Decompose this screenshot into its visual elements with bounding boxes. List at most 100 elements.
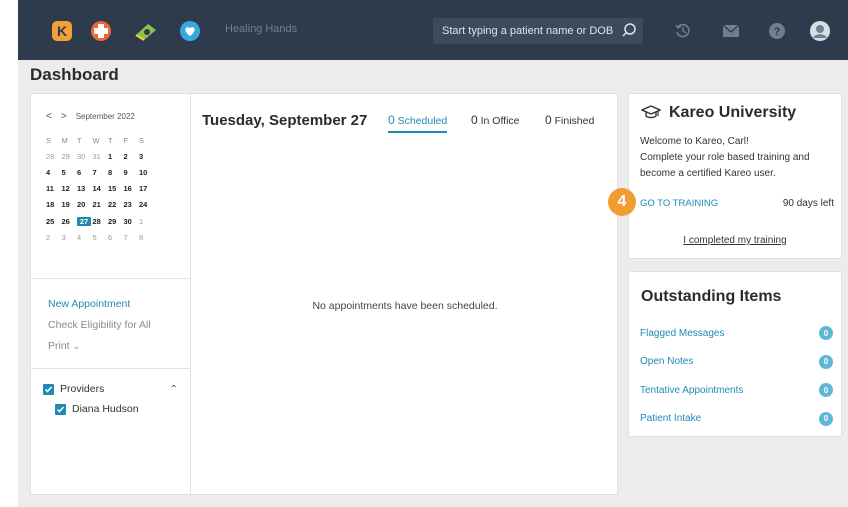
outstanding-item[interactable]: Open Notes 0 (640, 348, 833, 377)
calendar-day[interactable]: 5 (93, 233, 109, 242)
provider-item[interactable]: Diana Hudson (43, 399, 178, 419)
welcome-line: Welcome to Kareo, Carl! (640, 136, 749, 147)
weekday-label: F (123, 135, 129, 145)
calendar-day[interactable]: 5 (62, 168, 78, 177)
providers-group-toggle[interactable]: Providers ⌃ (43, 379, 178, 399)
calendar-day[interactable]: 25 (46, 217, 62, 226)
calendar-day[interactable]: 14 (93, 184, 109, 193)
calendar-day[interactable]: 29 (62, 152, 78, 161)
calendar-day[interactable]: 17 (139, 184, 155, 193)
calendar-day[interactable]: 22 (108, 200, 124, 209)
provider-name: Diana Hudson (72, 403, 139, 415)
calendar-header: < > September 2022 (46, 111, 135, 122)
calendar-day[interactable]: 19 (62, 200, 78, 209)
card-title-text: Kareo University (669, 104, 797, 121)
weekday-label: S (46, 135, 52, 145)
mail-icon[interactable] (719, 19, 743, 43)
calendar-day[interactable]: 31 (93, 152, 109, 161)
calendar-day[interactable]: 4 (77, 233, 93, 242)
calendar-day[interactable]: 7 (93, 168, 109, 177)
heart-icon[interactable] (178, 19, 202, 43)
calendar-day[interactable]: 29 (108, 217, 124, 226)
calendar-day[interactable]: 15 (108, 184, 124, 193)
billing-icon[interactable] (134, 19, 158, 43)
help-icon[interactable]: ? (765, 19, 789, 43)
print-dropdown[interactable]: Print ⌄ (48, 336, 151, 357)
outstanding-item-label[interactable]: Open Notes (640, 356, 693, 367)
brand-letter: K (57, 23, 67, 39)
calendar-day[interactable]: 9 (124, 168, 140, 177)
calendar-week: 18 19 20 21 22 23 24 (46, 197, 176, 213)
calendar-day[interactable]: 23 (124, 200, 140, 209)
calendar-day[interactable]: 18 (46, 200, 62, 209)
outstanding-item-label[interactable]: Tentative Appointments (640, 385, 743, 396)
completed-training-link[interactable]: I completed my training (629, 235, 841, 246)
new-appointment-link[interactable]: New Appointment (48, 294, 151, 315)
count-badge: 0 (819, 383, 833, 398)
next-month-button[interactable]: > (61, 111, 67, 122)
go-to-training-link[interactable]: GO TO TRAINING (640, 198, 718, 209)
kareo-university-card: Kareo University Welcome to Kareo, Carl!… (628, 93, 842, 259)
calendar-day[interactable]: 24 (139, 200, 155, 209)
calendar-day[interactable]: 1 (139, 217, 155, 226)
calendar-day[interactable]: 28 (46, 152, 62, 161)
tab-scheduled[interactable]: 0 Scheduled (388, 113, 448, 133)
outstanding-item-label[interactable]: Flagged Messages (640, 328, 725, 339)
print-label: Print (48, 340, 70, 352)
history-icon[interactable] (671, 19, 695, 43)
checkbox-checked-icon[interactable] (43, 383, 54, 395)
calendar-day[interactable]: 3 (62, 233, 78, 242)
tab-label: Scheduled (397, 115, 448, 127)
schedule-panel: < > September 2022 S M T W T F S 28 29 30 31 1 2 3 4 5 6… (30, 93, 618, 495)
mini-calendar: S M T W T F S 28 29 30 31 1 2 3 4 5 6 7 8 9 10 11 12 13 14 15 16 17… (46, 132, 176, 245)
calendar-day[interactable]: 1 (108, 152, 124, 161)
tab-finished[interactable]: 0 Finished (545, 113, 594, 127)
calendar-day[interactable]: 6 (108, 233, 124, 242)
outstanding-items-list: Flagged Messages 0 Open Notes 0 Tentative Ap… (640, 319, 833, 433)
count-badge: 0 (819, 326, 833, 341)
kareo-logo-icon[interactable]: K (50, 19, 74, 43)
tab-count: 0 (388, 113, 395, 127)
calendar-day[interactable]: 20 (77, 200, 93, 209)
calendar-day[interactable]: 7 (124, 233, 140, 242)
calendar-day[interactable]: 3 (139, 152, 155, 161)
patient-search-input[interactable] (433, 18, 613, 44)
tab-count: 0 (545, 113, 552, 127)
calendar-day[interactable]: 6 (77, 168, 93, 177)
calendar-day[interactable]: 11 (46, 184, 62, 193)
top-navigation-bar: K Healing Hands ? (18, 0, 848, 60)
outstanding-item-label[interactable]: Patient Intake (640, 413, 701, 424)
calendar-day[interactable]: 30 (124, 217, 140, 226)
page-title: Dashboard (30, 65, 119, 84)
calendar-day[interactable]: 2 (124, 152, 140, 161)
weekday-label: T (77, 135, 82, 145)
weekday-label: S (139, 135, 145, 145)
organization-name: Healing Hands (225, 23, 298, 35)
outstanding-item[interactable]: Tentative Appointments 0 (640, 376, 833, 405)
calendar-day[interactable]: 8 (108, 168, 124, 177)
calendar-day[interactable]: 12 (62, 184, 78, 193)
checkbox-checked-icon[interactable] (55, 403, 66, 415)
calendar-day[interactable]: 30 (77, 152, 93, 161)
search-icon[interactable] (621, 22, 637, 43)
calendar-day[interactable]: 8 (139, 233, 155, 242)
check-eligibility-link[interactable]: Check Eligibility for All (48, 315, 151, 336)
medical-cross-icon[interactable] (89, 19, 113, 43)
calendar-day[interactable]: 4 (46, 168, 62, 177)
calendar-day[interactable]: 26 (62, 217, 78, 226)
calendar-day[interactable]: 28 (93, 217, 109, 226)
calendar-day[interactable]: 21 (93, 200, 109, 209)
empty-state-message: No appointments have been scheduled. (312, 300, 498, 312)
calendar-day-selected[interactable]: 27 (77, 216, 91, 226)
calendar-day[interactable]: 2 (46, 233, 62, 242)
prev-month-button[interactable]: < (46, 111, 52, 122)
calendar-day[interactable]: 16 (124, 184, 140, 193)
calendar-day[interactable]: 10 (139, 168, 155, 177)
schedule-date: Tuesday, September 27 (202, 112, 368, 129)
tab-in-office[interactable]: 0 In Office (471, 113, 520, 127)
outstanding-item[interactable]: Patient Intake 0 (640, 405, 833, 434)
chevron-up-icon[interactable]: ⌃ (170, 384, 178, 395)
outstanding-item[interactable]: Flagged Messages 0 (640, 319, 833, 348)
avatar-icon[interactable] (808, 19, 832, 43)
calendar-day[interactable]: 13 (77, 184, 93, 193)
